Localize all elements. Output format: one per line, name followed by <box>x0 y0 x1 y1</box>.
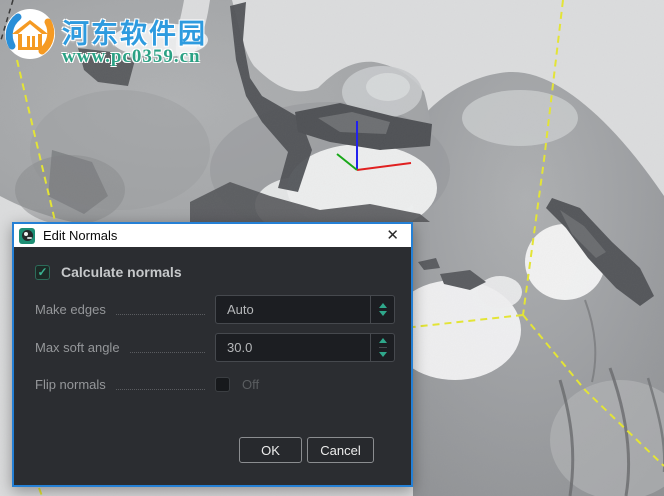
dotted-leader <box>115 372 205 390</box>
dialog-title: Edit Normals <box>43 228 118 243</box>
dropdown-spinner-icon[interactable] <box>370 296 394 323</box>
chevron-up-icon <box>378 303 387 308</box>
calculate-normals-label: Calculate normals <box>61 264 182 280</box>
chevron-down-icon <box>378 352 387 357</box>
dialog-titlebar[interactable]: Edit Normals ✕ <box>14 224 411 247</box>
spin-up-button[interactable] <box>378 334 387 348</box>
make-edges-value: Auto <box>227 302 254 317</box>
make-edges-dropdown[interactable]: Auto <box>215 295 395 324</box>
flip-normals-value: Off <box>242 377 260 392</box>
edit-normals-dialog: Edit Normals ✕ ✓ Calculate normals Make … <box>12 222 413 487</box>
max-soft-angle-value: 30.0 <box>227 340 253 355</box>
max-soft-angle-input[interactable]: 30.0 <box>215 333 395 362</box>
chevron-down-icon <box>378 311 387 316</box>
flip-normals-label: Flip normals <box>35 377 106 392</box>
dotted-leader <box>129 335 205 353</box>
max-soft-angle-label: Max soft angle <box>35 340 120 355</box>
cancel-button[interactable]: Cancel <box>307 437 374 463</box>
make-edges-label: Make edges <box>35 302 106 317</box>
close-icon[interactable]: ✕ <box>383 227 402 244</box>
flip-normals-checkbox[interactable] <box>215 377 230 392</box>
calculate-normals-checkbox[interactable]: ✓ <box>35 264 50 280</box>
ok-button[interactable]: OK <box>239 437 302 463</box>
chevron-up-icon <box>378 338 387 343</box>
dialog-body: ✓ Calculate normals Make edges Auto Max … <box>14 247 411 485</box>
checkmark-icon: ✓ <box>37 265 48 279</box>
dotted-leader <box>115 297 205 315</box>
spin-down-button[interactable] <box>378 348 387 361</box>
app-window: 河东软件园 www.pc0359.cn Edit Normals ✕ ✓ Cal… <box>0 0 664 496</box>
dialog-app-icon <box>19 227 35 244</box>
